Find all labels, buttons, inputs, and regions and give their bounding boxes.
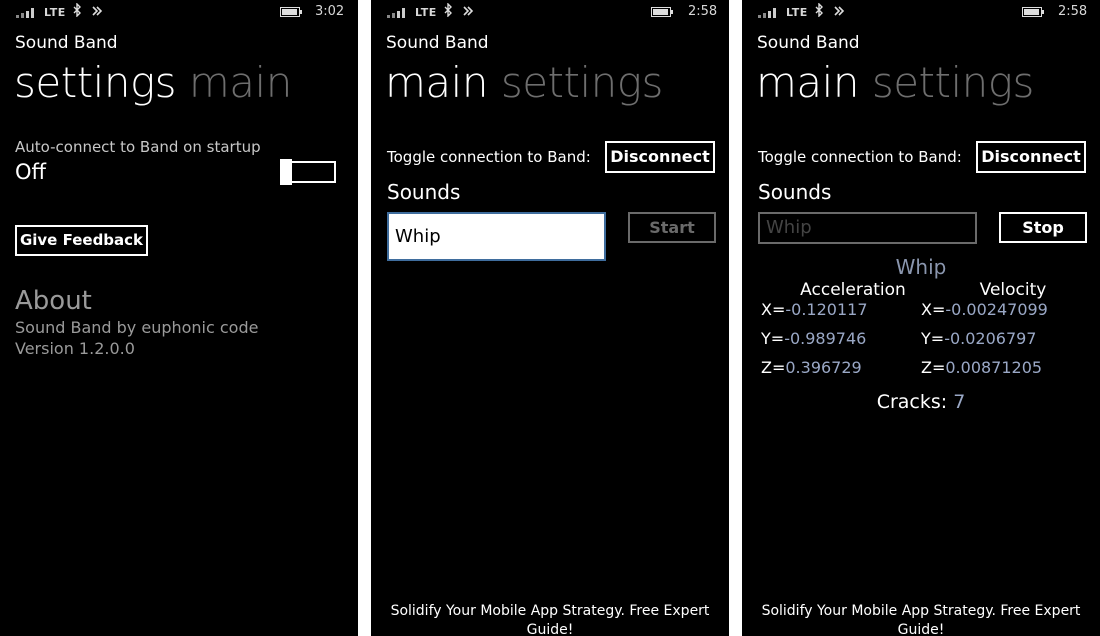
main-screen-idle: LTE 2:58 Sound Band main settings Toggle… — [371, 0, 729, 636]
sounds-label: Sounds — [387, 180, 461, 204]
status-bar: LTE 2:58 — [742, 0, 1100, 24]
velocity-z-value: 0.00871205 — [945, 358, 1043, 377]
autoconnect-toggle[interactable] — [280, 159, 336, 185]
bluetooth-icon — [444, 3, 452, 17]
pivot-header: main settings — [385, 58, 663, 107]
main-screen-active: LTE 2:58 Sound Band main settings Toggle… — [742, 0, 1100, 636]
sounds-label: Sounds — [758, 180, 832, 204]
pivot-header: main settings — [756, 58, 1034, 107]
acceleration-heading: Acceleration — [800, 280, 906, 300]
current-sound-title: Whip — [895, 255, 947, 279]
sound-input[interactable]: Whip — [758, 212, 977, 244]
disconnect-button[interactable]: Disconnect — [605, 141, 715, 173]
axis-label-z: Z= — [761, 358, 786, 377]
cracks-counter: Cracks: 7 — [742, 391, 1100, 413]
axis-label-x: X= — [921, 300, 946, 319]
cracks-label: Cracks: — [876, 391, 948, 413]
axis-label-x: X= — [761, 300, 786, 319]
velocity-z-row: Z=0.00871205 — [921, 358, 1042, 377]
acceleration-z-value: 0.396729 — [785, 358, 862, 377]
start-button[interactable]: Start — [628, 212, 716, 243]
settings-screen: LTE 3:02 Sound Band settings main Auto-c… — [0, 0, 358, 636]
pivot-tab-main[interactable]: main — [385, 58, 488, 107]
velocity-y-row: Y=-0.0206797 — [921, 329, 1036, 348]
network-type: LTE — [415, 6, 437, 19]
toggle-connection-label: Toggle connection to Band: — [758, 148, 962, 166]
stop-button[interactable]: Stop — [999, 212, 1087, 243]
clock: 3:02 — [315, 4, 345, 19]
internet-sharing-icon — [463, 6, 474, 16]
axis-label-y: Y= — [921, 329, 945, 348]
signal-strength-icon — [758, 8, 776, 18]
battery-icon — [1022, 7, 1044, 17]
bluetooth-icon — [815, 3, 823, 17]
battery-icon — [280, 7, 302, 17]
cracks-value: 7 — [953, 391, 966, 413]
acceleration-z-row: Z=0.396729 — [761, 358, 862, 377]
clock: 2:58 — [1058, 4, 1088, 19]
clock: 2:58 — [688, 4, 718, 19]
app-title: Sound Band — [15, 33, 118, 53]
pivot-tab-settings[interactable]: settings — [14, 58, 177, 107]
acceleration-x-value: -0.120117 — [785, 300, 868, 319]
velocity-x-value: -0.00247099 — [945, 300, 1048, 319]
velocity-heading: Velocity — [979, 280, 1047, 300]
axis-label-y: Y= — [761, 329, 785, 348]
autoconnect-value: Off — [15, 160, 46, 184]
pivot-tab-main[interactable]: main — [189, 58, 292, 107]
ad-banner[interactable]: Solidify Your Mobile App Strategy. Free … — [742, 602, 1100, 636]
disconnect-button[interactable]: Disconnect — [976, 141, 1086, 173]
about-version: Version 1.2.0.0 — [15, 339, 135, 358]
axis-label-z: Z= — [921, 358, 946, 377]
toggle-connection-label: Toggle connection to Band: — [387, 148, 591, 166]
network-type: LTE — [44, 6, 66, 19]
about-title: About — [15, 286, 92, 316]
signal-strength-icon — [16, 8, 34, 18]
velocity-y-value: -0.0206797 — [944, 329, 1037, 348]
signal-strength-icon — [387, 8, 405, 18]
acceleration-y-value: -0.989746 — [784, 329, 867, 348]
status-bar: LTE 3:02 — [0, 0, 358, 24]
pivot-tab-settings[interactable]: settings — [501, 58, 664, 107]
pivot-tab-main[interactable]: main — [756, 58, 859, 107]
pivot-header: settings main — [14, 58, 292, 107]
autoconnect-label: Auto-connect to Band on startup — [15, 138, 261, 156]
pivot-tab-settings[interactable]: settings — [872, 58, 1035, 107]
acceleration-y-row: Y=-0.989746 — [761, 329, 866, 348]
battery-icon — [651, 7, 673, 17]
about-description: Sound Band by euphonic code — [15, 318, 259, 337]
status-bar: LTE 2:58 — [371, 0, 729, 24]
sound-input[interactable]: Whip — [387, 212, 606, 261]
internet-sharing-icon — [92, 6, 103, 16]
internet-sharing-icon — [834, 6, 845, 16]
velocity-x-row: X=-0.00247099 — [921, 300, 1048, 319]
app-title: Sound Band — [757, 33, 860, 53]
ad-banner[interactable]: Solidify Your Mobile App Strategy. Free … — [371, 602, 729, 636]
network-type: LTE — [786, 6, 808, 19]
toggle-knob[interactable] — [280, 159, 292, 185]
bluetooth-icon — [73, 3, 81, 17]
acceleration-x-row: X=-0.120117 — [761, 300, 868, 319]
app-title: Sound Band — [386, 33, 489, 53]
give-feedback-button[interactable]: Give Feedback — [15, 225, 148, 256]
